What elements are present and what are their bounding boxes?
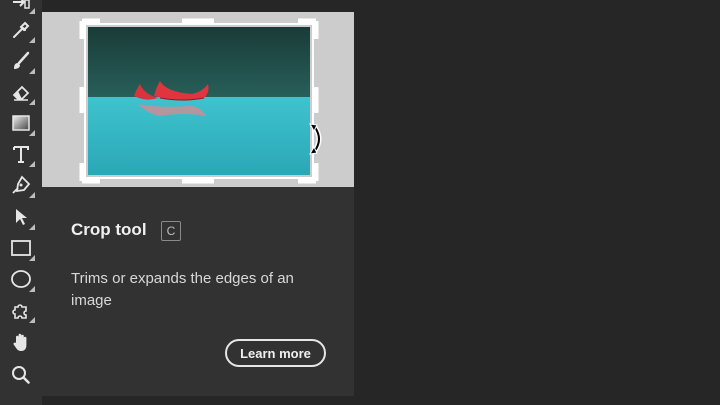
brush-tool[interactable] <box>6 50 36 76</box>
type-tool[interactable] <box>6 143 36 169</box>
gradient-tool[interactable] <box>6 112 36 138</box>
zoom-tool[interactable] <box>6 364 36 390</box>
magnifier-icon <box>10 364 32 391</box>
ellipse-tool[interactable] <box>6 268 36 294</box>
rotate-cursor-icon <box>309 123 322 155</box>
tooltip-title: Crop tool <box>71 220 147 239</box>
hand-tool[interactable] <box>6 331 36 357</box>
custom-shape-tool[interactable] <box>6 299 36 325</box>
learn-more-button[interactable]: Learn more <box>225 339 326 367</box>
eraser-tool[interactable] <box>6 81 36 107</box>
move-tool[interactable] <box>6 0 36 16</box>
preview-image <box>79 18 319 184</box>
selection-tool[interactable] <box>6 206 36 232</box>
tools-toolbar <box>0 0 42 405</box>
tooltip-description: Trims or expands the edges of an image <box>71 270 294 309</box>
workspace-area <box>354 0 720 405</box>
hand-icon <box>10 331 32 358</box>
rich-tooltip: Crop tool C Trims or expands the edges o… <box>42 12 354 396</box>
tool-preview-animation <box>42 12 354 187</box>
shortcut-key-badge: C <box>161 221 181 241</box>
rectangle-tool[interactable] <box>6 237 36 263</box>
eyedropper-tool[interactable] <box>6 19 36 45</box>
pen-tool[interactable] <box>6 174 36 200</box>
